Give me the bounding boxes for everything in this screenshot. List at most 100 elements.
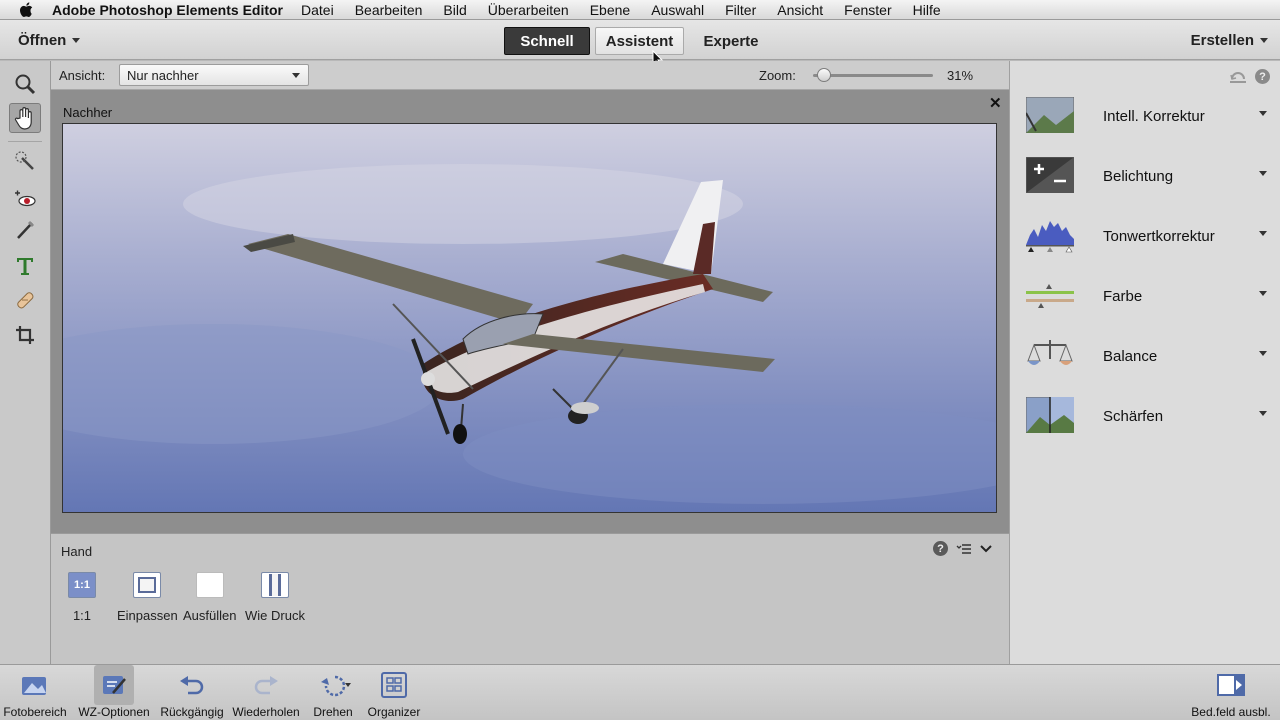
menu-hilfe[interactable]: Hilfe [913, 2, 941, 18]
tab-experte[interactable]: Experte [690, 27, 772, 55]
menu-fenster[interactable]: Fenster [844, 2, 891, 18]
hand-tool[interactable] [9, 103, 41, 133]
menu-filter[interactable]: Filter [725, 2, 756, 18]
chevron-down-icon [1259, 411, 1267, 416]
undo-button[interactable]: Rückgängig [157, 665, 227, 720]
chevron-down-icon [72, 38, 81, 43]
crop-tool-icon [16, 326, 34, 344]
tool-options-button[interactable]: WZ-Optionen [74, 665, 154, 720]
adjustment-sharpen[interactable]: Schärfen [1010, 390, 1280, 450]
apple-icon[interactable] [12, 1, 40, 18]
adjustment-name: Balance [1103, 348, 1158, 365]
zoom-slider-handle[interactable] [817, 68, 831, 82]
redo-button[interactable]: Wiederholen [229, 665, 303, 720]
mode-bar: Öffnen Schnell Assistent Experte Erstell… [0, 20, 1280, 67]
fill-screen-label: Ausfüllen [183, 608, 237, 623]
menu-bearbeiten[interactable]: Bearbeiten [355, 2, 423, 18]
adjustment-levels[interactable]: Tonwertkorrektur [1010, 210, 1280, 270]
adjustment-name: Farbe [1103, 288, 1143, 305]
zoom-tool[interactable] [9, 69, 41, 99]
red-eye-tool[interactable] [9, 184, 41, 214]
photo-bin-icon [20, 665, 50, 705]
close-icon[interactable]: ✕ [989, 94, 1002, 112]
zoom-value[interactable]: 31% [947, 68, 973, 83]
adjustment-name: Intell. Korrektur [1103, 108, 1205, 125]
app-name-menu[interactable]: Adobe Photoshop Elements Editor [52, 2, 283, 18]
collapse-chevron-icon[interactable] [980, 544, 992, 554]
print-size-label: Wie Druck [245, 608, 305, 623]
tab-assistent[interactable]: Assistent [595, 27, 684, 55]
crop-tool[interactable] [9, 320, 41, 350]
whiten-teeth-tool[interactable] [9, 215, 41, 245]
undo-label: Rückgängig [160, 705, 224, 719]
adjustment-color[interactable]: Farbe [1010, 270, 1280, 330]
toolbox [0, 61, 51, 664]
redo-label: Wiederholen [232, 705, 300, 719]
tool-options-controls: ? [933, 541, 992, 556]
document-canvas[interactable] [62, 123, 997, 513]
document-label: Nachher [63, 105, 113, 120]
menu-ueberarbeiten[interactable]: Überarbeiten [488, 2, 569, 18]
fit-screen-button[interactable]: Einpassen [117, 572, 178, 623]
fit-screen-icon [133, 572, 162, 598]
red-eye-icon [15, 190, 36, 207]
photo-bin-button[interactable]: Fotobereich [3, 665, 67, 720]
open-label: Öffnen [18, 32, 67, 49]
print-size-button[interactable]: Wie Druck [245, 572, 305, 623]
print-size-icon [260, 572, 289, 598]
photo-bin-label: Fotobereich [3, 705, 67, 719]
adjustments-panel: ? Intell. Korrektur Belichtung Tonwertko… [1009, 61, 1280, 664]
rotate-button[interactable]: Drehen [308, 665, 358, 720]
menu-datei[interactable]: Datei [301, 2, 334, 18]
menu-ebene[interactable]: Ebene [590, 2, 630, 18]
image-work-area: Nachher ✕ [51, 90, 1009, 533]
fill-screen-button[interactable]: Ausfüllen [183, 572, 236, 623]
adjustment-smart-fix[interactable]: Intell. Korrektur [1010, 90, 1280, 150]
text-tool[interactable] [9, 251, 41, 281]
adjustment-exposure[interactable]: Belichtung [1010, 150, 1280, 210]
chevron-down-icon [1259, 111, 1267, 116]
tool-options-title: Hand [61, 544, 93, 559]
tab-schnell[interactable]: Schnell [504, 27, 590, 55]
chevron-down-icon [1259, 291, 1267, 296]
color-icon [1026, 284, 1074, 308]
adjustment-name: Schärfen [1103, 408, 1164, 425]
create-button[interactable]: Erstellen [1191, 32, 1268, 49]
spot-healing-tool[interactable] [9, 285, 41, 315]
menu-auswahl[interactable]: Auswahl [651, 2, 704, 18]
menu-bild[interactable]: Bild [443, 2, 466, 18]
reset-icon[interactable] [1229, 70, 1247, 84]
balance-icon [1027, 340, 1073, 365]
mac-menu-bar: Adobe Photoshop Elements Editor Datei Be… [0, 0, 1280, 20]
zoom-slider-track[interactable] [813, 74, 933, 77]
hide-panel-label: Bed.feld ausbl. [1191, 705, 1271, 719]
hide-panel-icon [1216, 665, 1246, 705]
view-select[interactable]: Nur nachher [119, 64, 309, 86]
actual-pixels-button[interactable]: 1:1 1:1 [68, 572, 96, 623]
adjustment-balance[interactable]: Balance [1010, 330, 1280, 390]
menu-ansicht[interactable]: Ansicht [777, 2, 823, 18]
organizer-button[interactable]: Organizer [362, 665, 426, 720]
redo-icon [252, 665, 280, 705]
actual-pixels-label: 1:1 [72, 608, 92, 623]
create-label: Erstellen [1190, 32, 1254, 49]
help-icon[interactable]: ? [1255, 69, 1270, 84]
open-button[interactable]: Öffnen [18, 32, 81, 49]
panel-menu-icon[interactable] [956, 543, 972, 555]
hide-panel-button[interactable]: Bed.feld ausbl. [1186, 665, 1276, 720]
chevron-down-icon [1259, 351, 1267, 356]
photoshop-elements-window: Adobe Photoshop Elements Editor Datei Be… [0, 0, 1280, 720]
quick-selection-tool[interactable] [9, 146, 41, 176]
text-tool-icon [17, 258, 33, 275]
view-label: Ansicht: [59, 68, 106, 83]
fit-screen-label: Einpassen [117, 608, 178, 623]
rotate-label: Drehen [313, 705, 353, 719]
chevron-down-icon [1260, 38, 1268, 43]
organizer-label: Organizer [367, 705, 421, 719]
exposure-icon [1026, 157, 1074, 193]
whiten-teeth-icon [17, 220, 35, 239]
help-icon[interactable]: ? [933, 541, 948, 556]
chevron-down-icon [292, 73, 300, 78]
undo-icon [178, 665, 206, 705]
levels-icon [1026, 221, 1074, 253]
